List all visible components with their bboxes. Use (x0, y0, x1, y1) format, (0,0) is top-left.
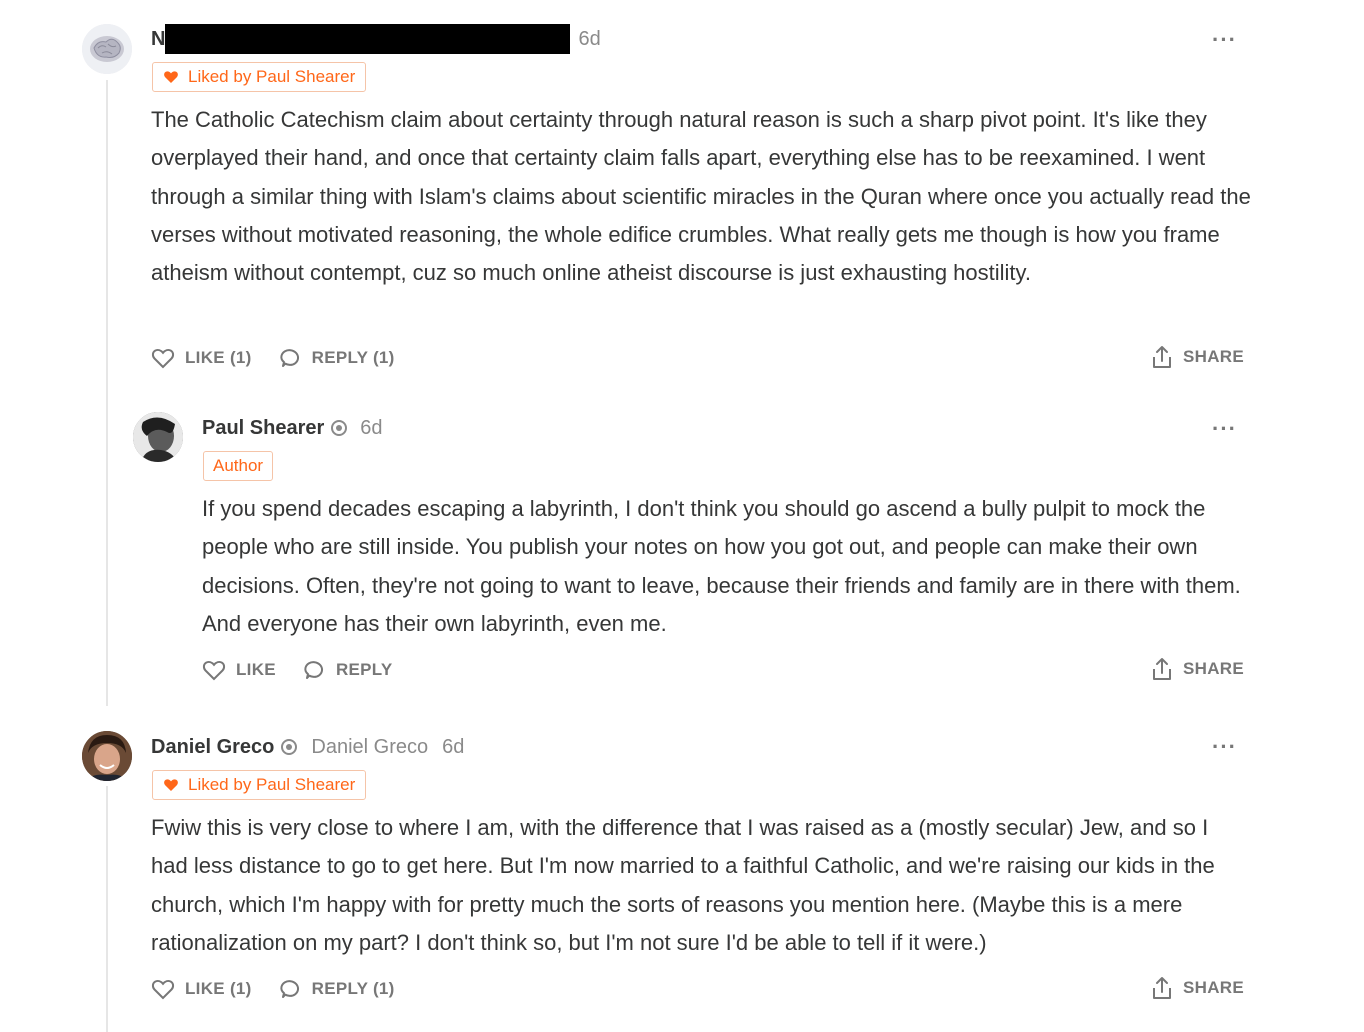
heart-outline-icon (151, 348, 175, 369)
more-options-button[interactable]: ··· (1212, 736, 1237, 758)
comment-header: N 6d (151, 24, 601, 54)
reply-label: REPLY (1) (311, 979, 395, 998)
reply-button[interactable]: REPLY (1) (278, 347, 395, 369)
avatar[interactable] (133, 412, 183, 462)
author-tag: Author (203, 451, 274, 481)
avatar[interactable] (82, 24, 132, 74)
reply-button[interactable]: REPLY (1) (278, 978, 395, 1000)
like-button[interactable]: LIKE (1) (151, 978, 252, 1000)
share-icon (1153, 346, 1171, 368)
heart-outline-icon (151, 979, 175, 1000)
liked-by-text: Liked by Paul Shearer (188, 775, 356, 794)
user-photo-icon (82, 731, 132, 781)
more-options-button[interactable]: ··· (1212, 29, 1237, 51)
user-photo-icon (133, 412, 183, 462)
brain-avatar-icon (82, 24, 132, 74)
author-name[interactable]: N (151, 28, 165, 51)
redaction-bar (165, 24, 571, 54)
timestamp[interactable]: 6d (578, 28, 600, 51)
timestamp[interactable]: 6d (360, 417, 382, 440)
share-label: SHARE (1183, 347, 1245, 366)
reply-label: REPLY (1) (311, 348, 395, 367)
like-button[interactable]: LIKE (202, 659, 276, 681)
comment-body: The Catholic Catechism claim about certa… (151, 107, 1251, 286)
comment-body: Fwiw this is very close to where I am, w… (151, 815, 1215, 955)
heart-icon (164, 779, 178, 791)
subscriber-badge-icon (281, 739, 298, 755)
share-button[interactable]: SHARE (1151, 656, 1244, 682)
more-options-button[interactable]: ··· (1212, 418, 1237, 440)
comment-body: If you spend decades escaping a labyrint… (202, 496, 1241, 636)
reply-label: REPLY (335, 660, 393, 679)
speech-bubble-icon (279, 349, 299, 367)
share-button[interactable]: SHARE (1151, 344, 1244, 370)
author-name[interactable]: Paul Shearer (202, 417, 324, 440)
comment-actions: LIKE (1) REPLY (1) (151, 343, 421, 373)
comment-header: Paul Shearer 6d (202, 413, 383, 443)
comment-actions: LIKE REPLY (202, 655, 419, 685)
liked-by-badge: Liked by Paul Shearer (152, 62, 367, 92)
liked-by-text: Liked by Paul Shearer (188, 67, 356, 86)
share-label: SHARE (1183, 978, 1245, 997)
speech-bubble-icon (279, 980, 299, 998)
liked-by-badge: Liked by Paul Shearer (152, 770, 367, 800)
subscriber-badge-icon (331, 420, 348, 436)
thread-line (106, 786, 108, 1032)
reply-button[interactable]: REPLY (302, 659, 393, 681)
share-icon (1153, 977, 1171, 999)
share-icon (1153, 658, 1171, 680)
heart-outline-icon (202, 660, 226, 681)
like-label: LIKE (1) (185, 979, 252, 998)
author-handle[interactable]: Daniel Greco (311, 736, 428, 759)
comment-actions: LIKE (1) REPLY (1) (151, 974, 421, 1004)
like-label: LIKE (236, 660, 276, 679)
timestamp[interactable]: 6d (442, 736, 464, 759)
heart-icon (164, 71, 178, 83)
share-button[interactable]: SHARE (1151, 975, 1244, 1001)
thread-line (106, 80, 108, 706)
share-label: SHARE (1183, 659, 1245, 678)
avatar[interactable] (82, 731, 132, 781)
like-button[interactable]: LIKE (1) (151, 347, 252, 369)
author-name[interactable]: Daniel Greco (151, 736, 274, 759)
like-label: LIKE (1) (185, 348, 252, 367)
comment-header: Daniel Greco Daniel Greco 6d (151, 732, 464, 762)
speech-bubble-icon (304, 661, 323, 679)
